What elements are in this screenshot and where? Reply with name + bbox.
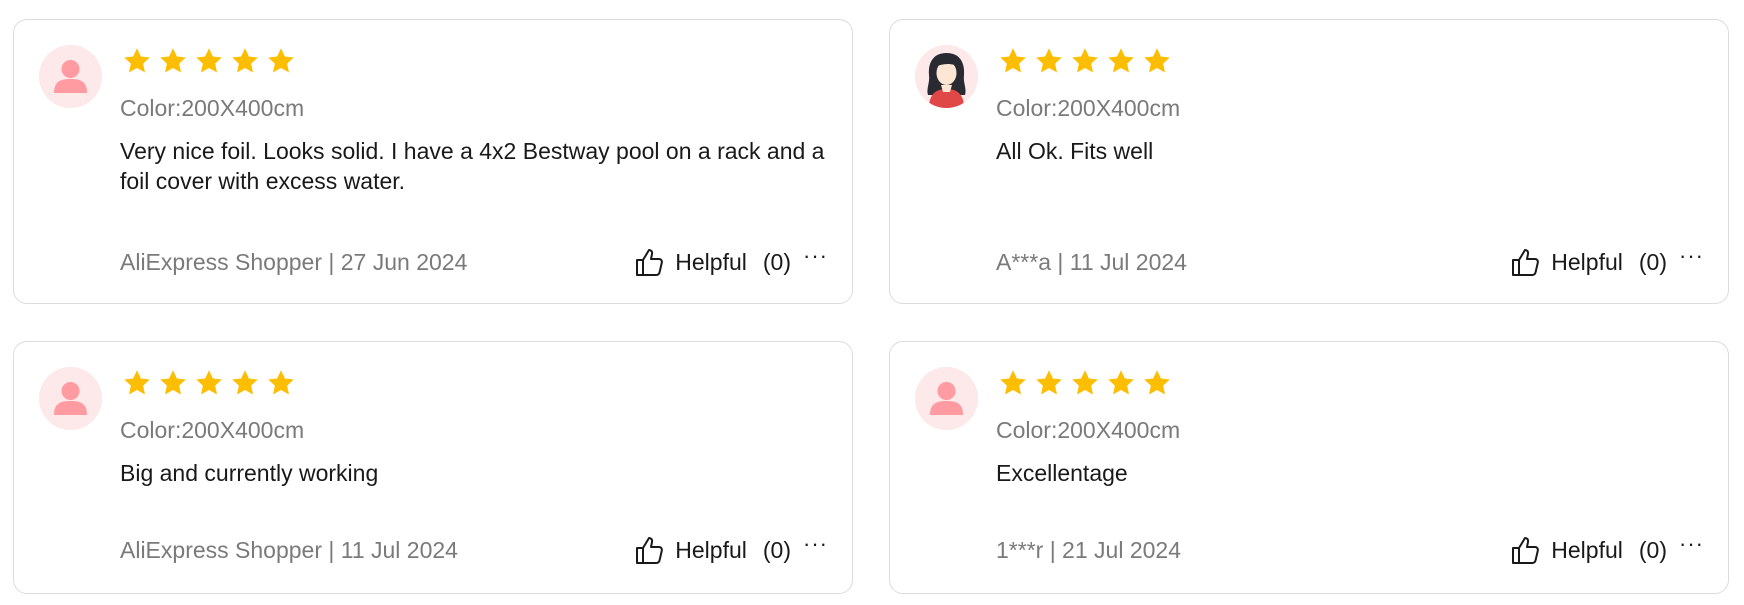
review-actions: Helpful (0) ··· [633, 243, 828, 278]
star-icon [1034, 46, 1064, 76]
star-icon [998, 368, 1028, 398]
star-icon [1070, 46, 1100, 76]
helpful-label: Helpful [1551, 248, 1623, 275]
author-date: AliExpress Shopper | 27 Jun 2024 [120, 248, 468, 275]
thumbs-up-icon [1509, 246, 1541, 278]
more-options-icon[interactable]: ··· [803, 243, 828, 269]
default-user-icon [39, 367, 102, 430]
helpful-count: (0) [1638, 248, 1668, 275]
review-text: Big and currently working [120, 460, 379, 486]
product-variant: Color:200X400cm [996, 95, 1181, 121]
star-icon [230, 46, 260, 76]
star-icon [194, 368, 224, 398]
helpful-label: Helpful [1551, 536, 1623, 563]
star-icon [1106, 46, 1136, 76]
star-icon [266, 368, 296, 398]
more-options-icon[interactable]: ··· [1679, 243, 1704, 269]
star-icon [998, 46, 1028, 76]
review-actions: Helpful (0) ··· [633, 531, 828, 566]
helpful-button[interactable]: Helpful (0) [633, 246, 791, 278]
default-user-icon [915, 367, 978, 430]
review-text: Very nice foil. Looks solid. I have a 4x… [120, 138, 825, 194]
author-date: A***a | 11 Jul 2024 [996, 248, 1187, 275]
review-text: All Ok. Fits well [996, 138, 1154, 164]
helpful-label: Helpful [675, 248, 747, 275]
helpful-button[interactable]: Helpful (0) [1509, 246, 1667, 278]
thumbs-up-icon [633, 246, 665, 278]
product-variant: Color:200X400cm [120, 95, 305, 121]
helpful-count: (0) [762, 536, 792, 563]
helpful-label: Helpful [675, 536, 747, 563]
review-footer: 1***r | 21 Jul 2024 Helpful (0) ··· [996, 531, 1704, 566]
star-icon [158, 46, 188, 76]
helpful-count: (0) [1638, 536, 1668, 563]
star-icon [122, 368, 152, 398]
star-rating [998, 368, 1172, 398]
star-icon [158, 368, 188, 398]
review-footer: AliExpress Shopper | 27 Jun 2024 Helpful… [120, 243, 828, 278]
star-icon [1034, 368, 1064, 398]
star-icon [194, 46, 224, 76]
review-card: Color:200X400cm Excellentage 1***r | 21 … [889, 341, 1729, 594]
star-icon [1106, 368, 1136, 398]
star-rating [122, 368, 296, 398]
star-rating [122, 46, 296, 76]
star-icon [122, 46, 152, 76]
author-date: 1***r | 21 Jul 2024 [996, 536, 1181, 563]
helpful-count: (0) [762, 248, 792, 275]
thumbs-up-icon [1509, 534, 1541, 566]
review-actions: Helpful (0) ··· [1509, 243, 1704, 278]
default-user-icon [39, 45, 102, 108]
review-card: Color:200X400cm Big and currently workin… [13, 341, 853, 594]
author-date: AliExpress Shopper | 11 Jul 2024 [120, 536, 458, 563]
thumbs-up-icon [633, 534, 665, 566]
star-icon [1142, 368, 1172, 398]
review-text: Excellentage [996, 460, 1128, 486]
review-actions: Helpful (0) ··· [1509, 531, 1704, 566]
star-icon [266, 46, 296, 76]
more-options-icon[interactable]: ··· [803, 531, 828, 557]
star-icon [1142, 46, 1172, 76]
product-variant: Color:200X400cm [120, 417, 305, 443]
star-icon [230, 368, 260, 398]
review-footer: AliExpress Shopper | 11 Jul 2024 Helpful… [120, 531, 828, 566]
star-icon [1070, 368, 1100, 398]
review-card: Color:200X400cm All Ok. Fits well A***a … [889, 19, 1729, 304]
woman-avatar-icon [915, 45, 978, 108]
helpful-button[interactable]: Helpful (0) [633, 534, 791, 566]
review-card: Color:200X400cm Very nice foil. Looks so… [13, 19, 853, 304]
star-rating [998, 46, 1172, 76]
more-options-icon[interactable]: ··· [1679, 531, 1704, 557]
product-variant: Color:200X400cm [996, 417, 1181, 443]
review-footer: A***a | 11 Jul 2024 Helpful (0) ··· [996, 243, 1704, 278]
helpful-button[interactable]: Helpful (0) [1509, 534, 1667, 566]
reviews-grid: Color:200X400cm Very nice foil. Looks so… [0, 0, 1744, 605]
